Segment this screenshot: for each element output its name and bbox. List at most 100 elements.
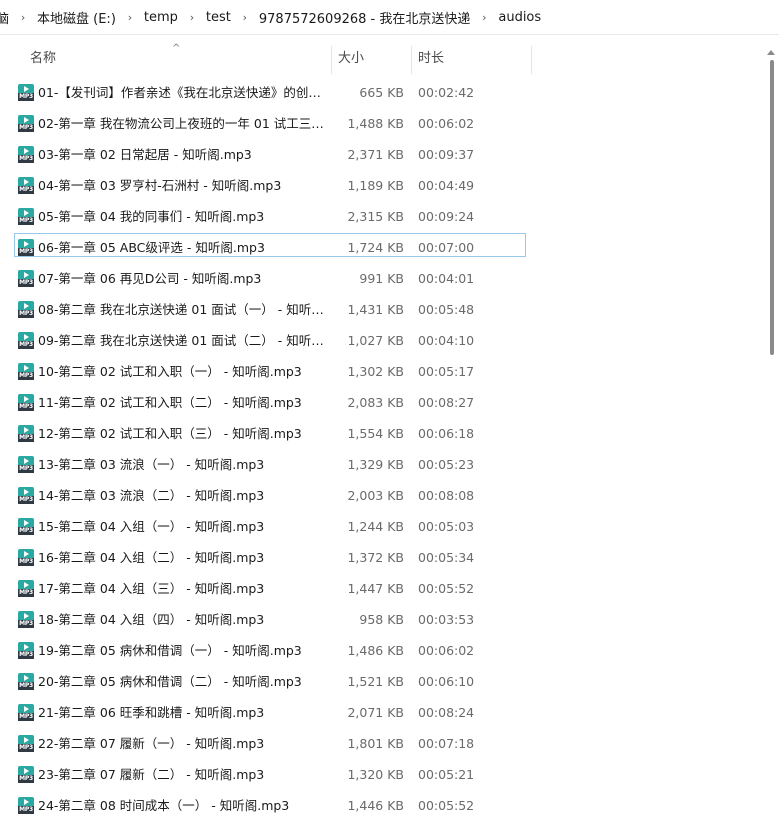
file-row[interactable]: MP3 07-第一章 06 再见D公司 - 知听阁.mp3 991 KB 00:04:… bbox=[0, 263, 760, 294]
vertical-scrollbar[interactable] bbox=[763, 44, 779, 825]
file-name: 13-第二章 03 流浪（一） - 知听阁.mp3 bbox=[38, 457, 265, 472]
mp3-file-icon: MP3 bbox=[18, 797, 34, 814]
file-duration: 00:09:24 bbox=[418, 209, 475, 224]
file-size: 2,315 KB bbox=[347, 209, 404, 224]
breadcrumb-item[interactable]: test bbox=[204, 10, 233, 25]
file-row[interactable]: MP3 21-第二章 06 旺季和跳槽 - 知听阁.mp3 2,071 KB 00:0… bbox=[0, 697, 760, 728]
file-name: 18-第二章 04 入组（四） - 知听阁.mp3 bbox=[38, 612, 265, 627]
breadcrumb-item[interactable]: temp bbox=[142, 10, 180, 25]
chevron-right-icon[interactable]: › bbox=[472, 11, 496, 24]
column-header-name[interactable]: 名称 bbox=[30, 44, 56, 74]
file-type-tag: MP3 bbox=[18, 279, 34, 287]
mp3-file-icon: MP3 bbox=[18, 611, 34, 628]
file-type-tag: MP3 bbox=[18, 93, 34, 101]
file-row[interactable]: MP3 04-第一章 03 罗亨村-石洲村 - 知听阁.mp3 1,189 KB 00… bbox=[0, 170, 760, 201]
file-row[interactable]: MP3 20-第二章 05 病休和借调（二） - 知听阁.mp3 1,521 KB 0… bbox=[0, 666, 760, 697]
file-row[interactable]: MP3 14-第二章 03 流浪（二） - 知听阁.mp3 2,003 KB 00:0… bbox=[0, 480, 760, 511]
file-size: 1,244 KB bbox=[347, 519, 404, 534]
file-duration: 00:05:21 bbox=[418, 767, 475, 782]
file-row[interactable]: MP3 09-第二章 我在北京送快递 01 面试（二） - 知听阁.... 1,02… bbox=[0, 325, 760, 356]
file-size: 1,329 KB bbox=[347, 457, 404, 472]
file-row[interactable]: MP3 01-【发刊词】作者亲述《我在北京送快递》的创作 ... 665 KB 00:… bbox=[0, 77, 760, 108]
file-duration: 00:09:37 bbox=[418, 147, 475, 162]
file-row[interactable]: MP3 15-第二章 04 入组（一） - 知听阁.mp3 1,244 KB 00:0… bbox=[0, 511, 760, 542]
file-type-tag: MP3 bbox=[18, 620, 34, 628]
file-row[interactable]: MP3 03-第一章 02 日常起居 - 知听阁.mp3 2,371 KB 00:09… bbox=[0, 139, 760, 170]
mp3-file-icon: MP3 bbox=[18, 208, 34, 225]
file-row[interactable]: MP3 06-第一章 05 ABC级评选 - 知听阁.mp3 1,724 KB 00:… bbox=[0, 232, 760, 263]
chevron-right-icon[interactable]: › bbox=[180, 11, 204, 24]
file-row[interactable]: MP3 24-第二章 08 时间成本（一） - 知听阁.mp3 1,446 KB 00… bbox=[0, 790, 760, 821]
file-duration: 00:07:00 bbox=[418, 240, 475, 255]
scroll-up-icon[interactable] bbox=[767, 50, 775, 55]
file-duration: 00:06:18 bbox=[418, 426, 475, 441]
file-duration: 00:07:18 bbox=[418, 736, 475, 751]
file-name: 17-第二章 04 入组（三） - 知听阁.mp3 bbox=[38, 581, 265, 596]
file-row[interactable]: MP3 16-第二章 04 入组（二） - 知听阁.mp3 1,372 KB 00:0… bbox=[0, 542, 760, 573]
file-type-tag: MP3 bbox=[18, 248, 34, 256]
chevron-right-icon[interactable]: › bbox=[233, 11, 257, 24]
file-type-tag: MP3 bbox=[18, 310, 34, 318]
file-size: 1,027 KB bbox=[347, 333, 404, 348]
file-type-tag: MP3 bbox=[18, 465, 34, 473]
file-name: 12-第二章 02 试工和入职（三） - 知听阁.mp3 bbox=[38, 426, 302, 441]
file-type-tag: MP3 bbox=[18, 403, 34, 411]
file-size: 2,371 KB bbox=[347, 147, 404, 162]
column-divider[interactable] bbox=[331, 46, 332, 74]
file-type-tag: MP3 bbox=[18, 434, 34, 442]
column-divider[interactable] bbox=[531, 46, 532, 74]
file-row[interactable]: MP3 23-第二章 07 履新（二） - 知听阁.mp3 1,320 KB 00:0… bbox=[0, 759, 760, 790]
file-row[interactable]: MP3 11-第二章 02 试工和入职（二） - 知听阁.mp3 2,083 KB 0… bbox=[0, 387, 760, 418]
file-size: 1,801 KB bbox=[347, 736, 404, 751]
mp3-file-icon: MP3 bbox=[18, 239, 34, 256]
file-type-tag: MP3 bbox=[18, 651, 34, 659]
file-duration: 00:08:27 bbox=[418, 395, 475, 410]
file-size: 991 KB bbox=[359, 271, 404, 286]
file-duration: 00:06:10 bbox=[418, 674, 475, 689]
chevron-right-icon[interactable]: › bbox=[118, 11, 142, 24]
breadcrumb-item-current[interactable]: audios bbox=[496, 10, 543, 25]
file-name: 16-第二章 04 入组（二） - 知听阁.mp3 bbox=[38, 550, 265, 565]
file-row[interactable]: MP3 13-第二章 03 流浪（一） - 知听阁.mp3 1,329 KB 00:0… bbox=[0, 449, 760, 480]
file-row[interactable]: MP3 05-第一章 04 我的同事们 - 知听阁.mp3 2,315 KB 00:0… bbox=[0, 201, 760, 232]
column-header-duration[interactable]: 时长 bbox=[418, 44, 444, 74]
mp3-file-icon: MP3 bbox=[18, 177, 34, 194]
file-name: 10-第二章 02 试工和入职（一） - 知听阁.mp3 bbox=[38, 364, 302, 379]
file-row[interactable]: MP3 12-第二章 02 试工和入职（三） - 知听阁.mp3 1,554 KB 0… bbox=[0, 418, 760, 449]
file-duration: 00:05:17 bbox=[418, 364, 475, 379]
file-row[interactable]: MP3 18-第二章 04 入组（四） - 知听阁.mp3 958 KB 00:03:… bbox=[0, 604, 760, 635]
file-row[interactable]: MP3 17-第二章 04 入组（三） - 知听阁.mp3 1,447 KB 00:0… bbox=[0, 573, 760, 604]
column-header-size[interactable]: 大小 bbox=[338, 44, 364, 74]
file-type-tag: MP3 bbox=[18, 713, 34, 721]
file-duration: 00:03:53 bbox=[418, 612, 475, 627]
mp3-file-icon: MP3 bbox=[18, 704, 34, 721]
file-name: 23-第二章 07 履新（二） - 知听阁.mp3 bbox=[38, 767, 265, 782]
file-size: 2,071 KB bbox=[347, 705, 404, 720]
file-row[interactable]: MP3 22-第二章 07 履新（一） - 知听阁.mp3 1,801 KB 00:0… bbox=[0, 728, 760, 759]
chevron-right-icon[interactable]: › bbox=[11, 11, 35, 24]
file-row[interactable]: MP3 02-第一章 我在物流公司上夜班的一年 01 试工三天 ... 1,488 … bbox=[0, 108, 760, 139]
mp3-file-icon: MP3 bbox=[18, 735, 34, 752]
file-type-tag: MP3 bbox=[18, 124, 34, 132]
file-row[interactable]: MP3 08-第二章 我在北京送快递 01 面试（一） - 知听阁.... 1,43… bbox=[0, 294, 760, 325]
file-size: 1,446 KB bbox=[347, 798, 404, 813]
file-name: 06-第一章 05 ABC级评选 - 知听阁.mp3 bbox=[38, 240, 265, 255]
scroll-thumb[interactable] bbox=[770, 60, 774, 355]
file-duration: 00:05:52 bbox=[418, 581, 475, 596]
file-row[interactable]: MP3 19-第二章 05 病休和借调（一） - 知听阁.mp3 1,486 KB 0… bbox=[0, 635, 760, 666]
file-size: 1,724 KB bbox=[347, 240, 404, 255]
mp3-file-icon: MP3 bbox=[18, 487, 34, 504]
file-name: 09-第二章 我在北京送快递 01 面试（二） - 知听阁.... bbox=[38, 333, 326, 348]
file-name: 07-第一章 06 再见D公司 - 知听阁.mp3 bbox=[38, 271, 262, 286]
file-size: 1,554 KB bbox=[347, 426, 404, 441]
breadcrumb-item[interactable]: 9787572609268 - 我在北京送快递 bbox=[257, 8, 472, 27]
file-name: 14-第二章 03 流浪（二） - 知听阁.mp3 bbox=[38, 488, 265, 503]
file-size: 2,003 KB bbox=[347, 488, 404, 503]
file-row[interactable]: MP3 10-第二章 02 试工和入职（一） - 知听阁.mp3 1,302 KB 0… bbox=[0, 356, 760, 387]
breadcrumb-item[interactable]: 脑 bbox=[0, 8, 11, 27]
breadcrumb-item[interactable]: 本地磁盘 (E:) bbox=[35, 8, 118, 27]
file-name: 03-第一章 02 日常起居 - 知听阁.mp3 bbox=[38, 147, 252, 162]
file-type-tag: MP3 bbox=[18, 806, 34, 814]
column-divider[interactable] bbox=[411, 46, 412, 74]
file-name: 15-第二章 04 入组（一） - 知听阁.mp3 bbox=[38, 519, 265, 534]
